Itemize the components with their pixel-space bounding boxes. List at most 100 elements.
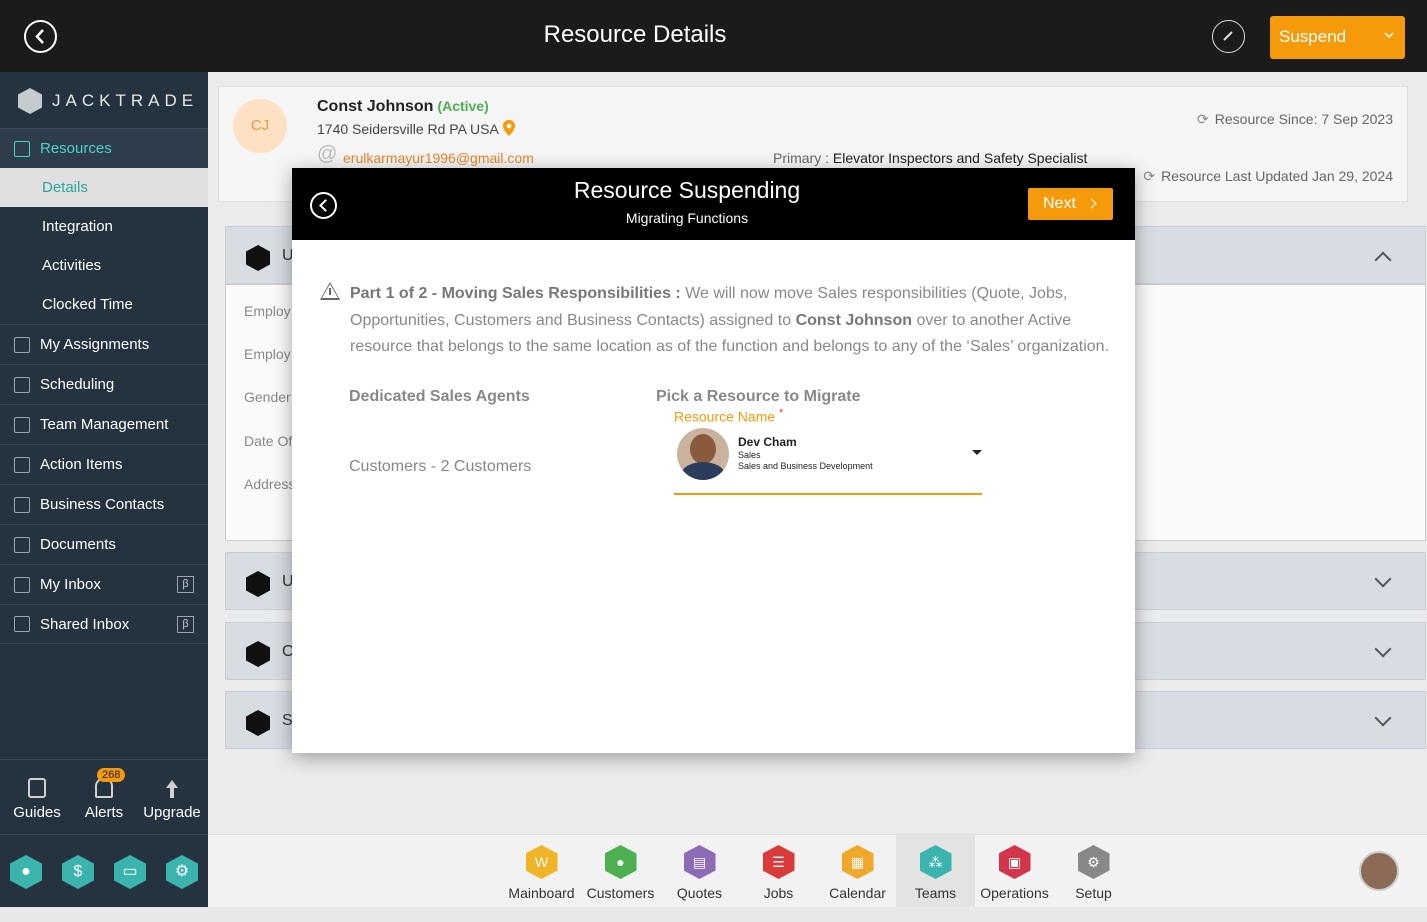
sidebar-item-my-assignments[interactable]: My Assignments [0,324,208,364]
arrow-up-icon [166,780,178,798]
status-bar [0,907,1427,922]
nav-jobs[interactable]: ☰ Jobs [739,835,818,908]
resource-since: ⟳ Resource Since: 7 Sep 2023 [1197,111,1393,128]
modal-title: Resource Suspending [573,177,801,203]
sidebar-item-my-inbox[interactable]: My Inbox β [0,564,208,604]
nav-label: Setup [1075,885,1112,901]
chevron-down-icon [1374,640,1392,658]
primary-role: Primary : Elevator Inspectors and Safety… [773,150,1087,166]
sidebar-item-label: Shared Inbox [40,615,130,633]
edit-button[interactable] [1212,20,1245,53]
inbox-icon [14,576,30,593]
sidebar-item-action-items[interactable]: Action Items [0,444,208,484]
user-avatar[interactable] [1359,851,1399,891]
beta-badge: β [177,576,194,593]
nav-setup[interactable]: ⚙ Setup [1054,835,1133,908]
sidebar-nav: Resources Details Integration Activities… [0,128,208,644]
customers-icon: ● [604,845,637,879]
sidebar-item-shared-inbox[interactable]: Shared Inbox β [0,604,208,644]
guides-button[interactable]: Guides [2,778,72,821]
sidebar-item-scheduling[interactable]: Scheduling [0,364,208,404]
sidebar-item-resources[interactable]: Resources [0,128,208,168]
sidebar-item-business-contacts[interactable]: Business Contacts [0,484,208,524]
resource-select[interactable]: Dev Cham Sales Sales and Business Develo… [674,426,982,495]
pencil-icon [1223,31,1233,41]
sidebar-item-label: Activities [42,257,102,274]
resource-updated-text: Resource Last Updated Jan 29, 2024 [1161,168,1393,184]
nav-operations[interactable]: ▣ Operations [975,835,1054,908]
nav-label: Operations [980,885,1049,901]
resource-last-updated: ⟳ Resource Last Updated Jan 29, 2024 [1143,168,1393,185]
nav-mainboard[interactable]: W Mainboard [502,835,581,908]
operations-icon: ▣ [998,845,1031,879]
sidebar-tools: Guides Alerts 268 Upgrade [0,759,208,834]
suspend-label: Suspend [1279,27,1347,46]
nav-label: Quotes [676,885,723,901]
suspend-dropdown-button[interactable]: Suspend [1270,16,1405,59]
sidebar-item-label: Clocked Time [42,296,133,313]
warning-icon [320,282,340,300]
jacktrade-logo[interactable]: JACKTRADE [18,86,198,116]
selected-resource-avatar [677,428,729,480]
field-label: Employ [244,303,291,319]
field-label: Gender [244,389,291,405]
part-label: Part 1 of 2 - Moving Sales Responsibilit… [350,285,681,302]
chevron-down-icon [1374,570,1392,588]
dollar-icon[interactable]: $ [62,855,94,889]
resource-email[interactable]: erulkarmayur1996@gmail.com [343,150,534,166]
shared-inbox-icon [14,616,30,632]
person-icon[interactable]: ● [10,855,42,889]
resources-icon [14,140,30,157]
sidebar-item-documents[interactable]: Documents [0,524,208,564]
sidebar-item-label: Details [42,179,88,196]
at-icon: @ [317,143,338,165]
location-pin-icon[interactable] [502,119,516,137]
nav-label: Customers [586,885,655,901]
address-text: 1740 Seidersville Rd PA USA [317,121,499,137]
sidebar-item-activities[interactable]: Activities [0,246,208,285]
resource-since-text: Resource Since: 7 Sep 2023 [1214,111,1393,127]
action-items-icon [14,456,30,473]
migration-description: Part 1 of 2 - Moving Sales Responsibilit… [350,281,1110,361]
primary-label: Primary : [773,150,829,166]
alerts-button[interactable]: Alerts [69,778,139,821]
modal-header: Resource Suspending Migrating Functions … [292,168,1135,240]
sidebar-item-details[interactable]: Details [0,168,208,207]
pick-resource-heading: Pick a Resource to Migrate [656,388,861,405]
business-contacts-icon [14,496,30,513]
dedicated-sales-agents-heading: Dedicated Sales Agents [349,388,530,405]
caret-down-icon[interactable] [972,450,982,455]
required-mark: * [779,407,784,419]
nav-label: Calendar [829,885,886,901]
nav-calendar[interactable]: ▦ Calendar [818,835,897,908]
alerts-count-badge: 268 [97,768,126,782]
logo-text: JACKTRADE [52,91,199,110]
quotes-icon: ▤ [683,845,716,879]
refresh-icon: ⟳ [1197,111,1209,127]
nav-teams[interactable]: ⁂ Teams [896,835,975,908]
jacktrade-logo-icon [18,88,42,114]
resource-address: 1740 Seidersville Rd PA USA [317,119,516,137]
nav-customers[interactable]: ● Customers [581,835,660,908]
settings-icon[interactable]: ⚙ [166,855,198,889]
sidebar-item-label: Team Management [40,416,169,433]
upgrade-button[interactable]: Upgrade [137,778,207,821]
sidebar-item-team-management[interactable]: Team Management [0,404,208,444]
field-label: Date Of [244,433,293,449]
nav-label: Mainboard [508,885,575,901]
resource-suspending-modal: Resource Suspending Migrating Functions … [292,168,1135,753]
sidebar-item-clocked-time[interactable]: Clocked Time [0,285,208,324]
sidebar-item-label: Integration [42,218,113,235]
gear-icon: ⚙ [1077,845,1110,879]
guides-label: Guides [13,804,61,821]
nav-quotes[interactable]: ▤ Quotes [660,835,739,908]
upgrade-label: Upgrade [143,804,201,821]
sidebar-item-integration[interactable]: Integration [0,207,208,246]
teams-icon: ⁂ [919,845,952,879]
modal-subtitle: Migrating Functions [625,210,749,226]
next-button[interactable]: Next [1028,188,1113,220]
refresh-icon: ⟳ [1143,168,1156,184]
field-label: Employ [244,346,291,362]
chat-icon[interactable]: ▭ [114,855,146,889]
resource-name-label: Resource Name * [674,407,783,425]
